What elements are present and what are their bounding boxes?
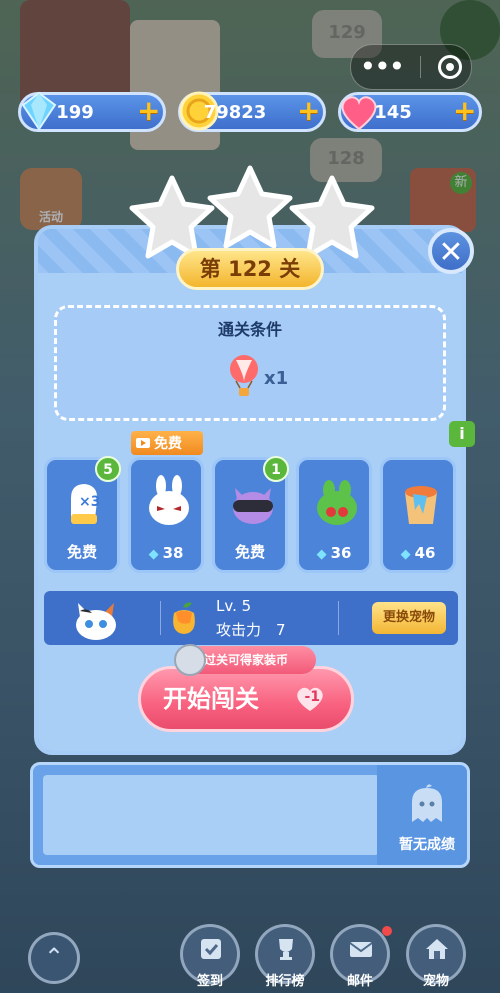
glove-plus3-icon: ×3 (71, 484, 100, 524)
booster-row: ×3 5 免费 ◆ 38 1 免费 ◆ 36 ◆ 46 (44, 456, 458, 573)
target-icon[interactable] (438, 55, 463, 79)
pet-attack: 攻击力 7 (216, 621, 286, 639)
pet-level: Lv. 5 (216, 597, 252, 615)
booster-price-label: 免费 (66, 543, 97, 561)
lives-count: 145 (374, 101, 412, 123)
booster-card[interactable]: ◆ 38 (128, 457, 204, 573)
checkin-icon (201, 939, 221, 959)
mail-notification-dot (382, 926, 392, 936)
close-button[interactable]: ✕ (428, 228, 474, 274)
mango-icon (173, 602, 195, 634)
start-label: 开始闯关 (163, 685, 259, 713)
booster-price: 免费 (215, 541, 285, 562)
nav-checkin-label: 签到 (196, 974, 223, 989)
chevron-up-icon: ⌃ (43, 943, 65, 971)
start-level-button[interactable]: 开始闯关 -1 (138, 666, 354, 732)
more-dots-icon[interactable]: ••• (360, 53, 406, 81)
clear-condition-count: x1 (264, 368, 289, 389)
divider (160, 601, 161, 635)
change-pet-button[interactable]: 更换宠物 (372, 602, 446, 634)
hot-air-balloon-icon (230, 355, 258, 396)
bunny-icon (149, 475, 189, 525)
score-list (43, 775, 379, 855)
free-banner-label: 免费 (154, 436, 182, 452)
booster-card[interactable]: ◆ 36 (296, 457, 372, 573)
diamond-icon: ◆ (148, 547, 159, 562)
cat-pet-avatar[interactable] (68, 597, 124, 641)
start-cost: -1 (304, 689, 320, 705)
no-score-text: 暂无成绩 (399, 837, 455, 853)
home-coin-icon (174, 644, 206, 676)
booster-price: ◆ 38 (131, 544, 201, 562)
mail-icon (349, 942, 373, 957)
frog-icon (317, 480, 357, 525)
diamond-icon: ◆ (400, 547, 411, 562)
trophy-icon (279, 939, 293, 960)
booster-price-label: 38 (162, 544, 184, 562)
booster-price: ◆ 46 (383, 544, 453, 562)
coin-count: 79823 (203, 101, 267, 123)
coin-counter: 79823 + (178, 91, 326, 132)
miniprogram-capsule: ••• (350, 44, 472, 90)
booster-card[interactable]: ◆ 46 (380, 457, 456, 573)
booster-count: 1 (263, 456, 289, 482)
house-icon (426, 939, 448, 959)
add-coins-button[interactable]: + (297, 97, 320, 125)
scroll-up-button[interactable]: ⌃ (28, 932, 80, 984)
nav-leaderboard-label: 排行榜 (265, 974, 305, 989)
lives-counter: 145 + (338, 92, 482, 132)
sad-ghost-icon (412, 784, 442, 822)
booster-price-label: 46 (414, 544, 436, 562)
nav-mail-label: 邮件 (346, 974, 373, 989)
booster-card[interactable]: 1 免费 (212, 456, 289, 573)
diamond-counter: 199 + (18, 91, 166, 132)
booster-card[interactable]: ×3 5 免费 (44, 456, 121, 573)
booster-count: 5 (95, 456, 121, 482)
booster-price-label: 免费 (234, 543, 265, 561)
clear-condition-title: 通关条件 (217, 320, 282, 339)
reward-hint: 过关可得家装币 (174, 644, 316, 676)
info-icon[interactable]: i (449, 421, 475, 447)
level-title: 第 122 关 (176, 248, 324, 290)
booster-price-label: 36 (330, 544, 352, 562)
nav-pet-label: 宠物 (422, 974, 449, 989)
svg-text:×3: ×3 (79, 494, 100, 510)
booster-price: ◆ 36 (299, 544, 369, 562)
free-banner: 免费 (131, 431, 203, 455)
reward-hint-label: 过关可得家装币 (204, 653, 289, 667)
diamond-icon: ◆ (316, 547, 327, 562)
divider (338, 601, 339, 635)
cat-goggles-icon (233, 488, 273, 524)
capsule-divider (420, 56, 422, 78)
video-icon (136, 438, 150, 448)
diamond-count: 199 (56, 101, 94, 123)
close-icon: ✕ (438, 235, 464, 270)
add-lives-button[interactable]: + (453, 97, 476, 125)
paint-bucket-icon (405, 486, 437, 524)
booster-price: 免费 (47, 541, 117, 562)
add-diamonds-button[interactable]: + (137, 97, 160, 125)
